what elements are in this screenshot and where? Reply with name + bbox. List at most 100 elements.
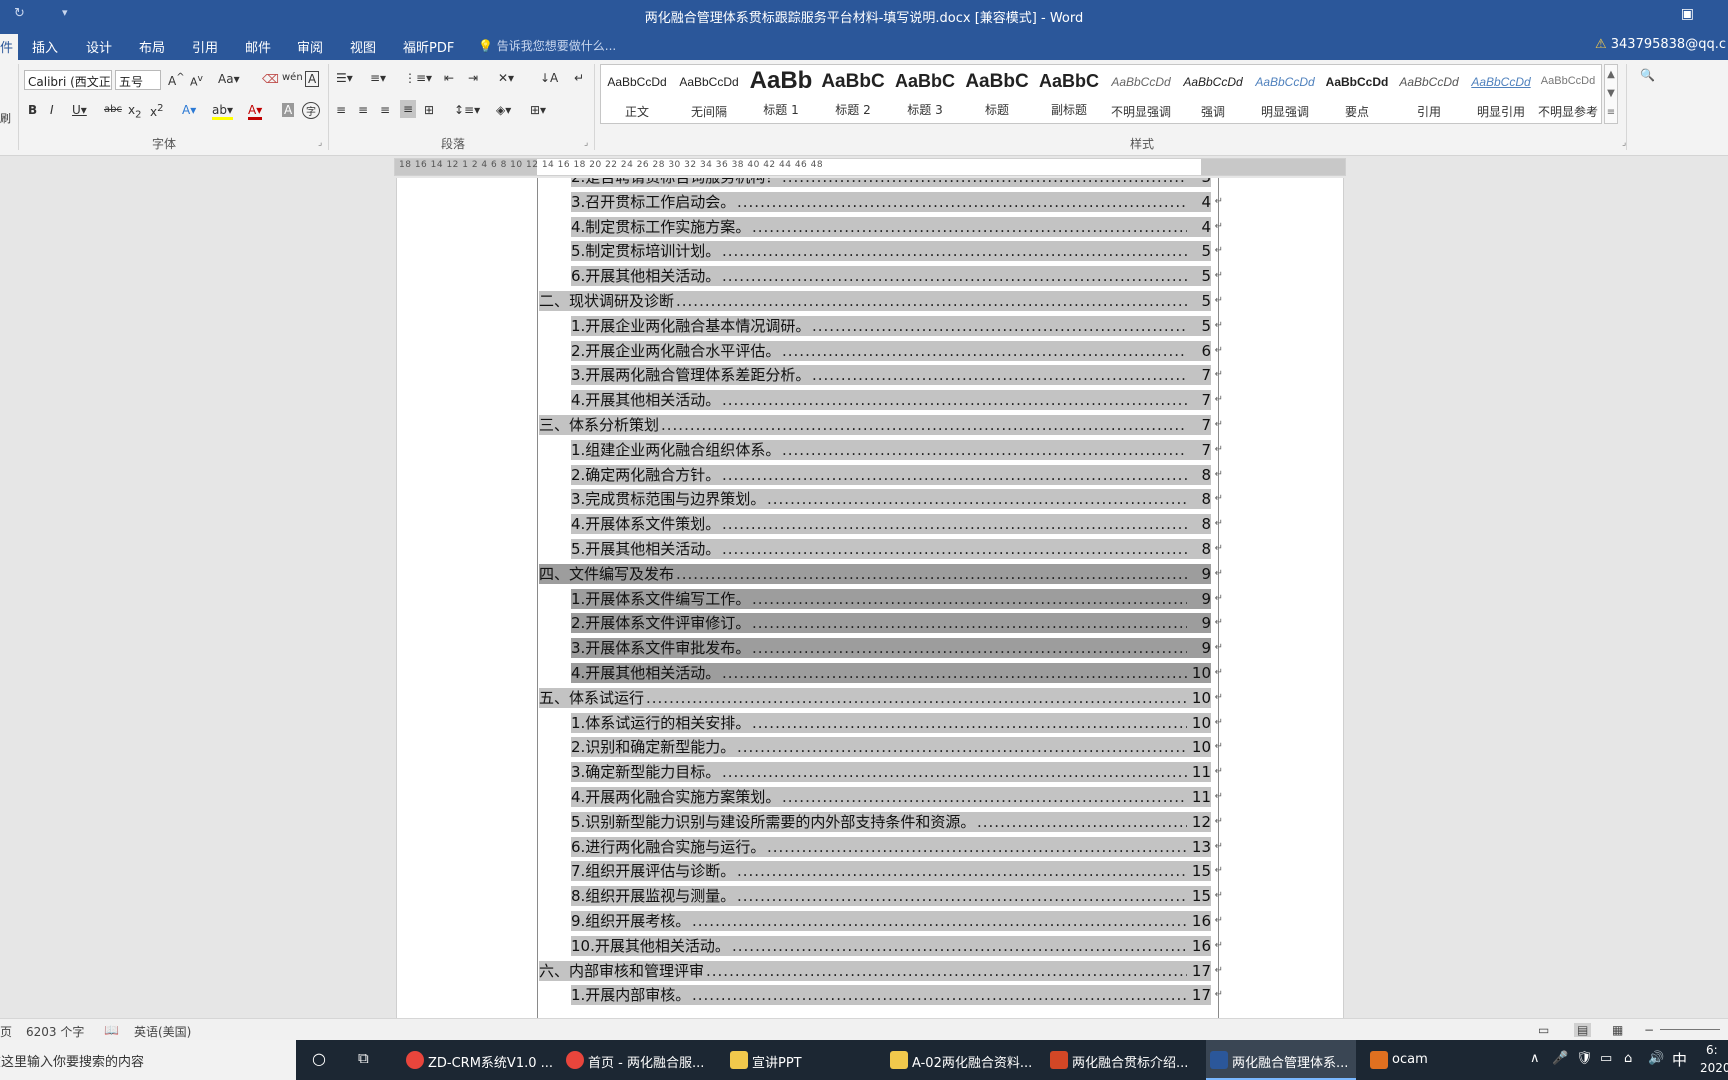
format-painter-icon[interactable]: 刷 (0, 110, 11, 126)
proofing-icon[interactable]: 📖 (104, 1023, 119, 1037)
character-border-icon[interactable]: A (305, 71, 320, 87)
toc-entry[interactable]: 1.开展内部审核。 17 ↵............................… (539, 984, 1223, 1006)
strikethrough-icon[interactable]: abc (104, 104, 122, 115)
tab-home[interactable]: 件 (0, 34, 18, 60)
font-dialog-launcher-icon[interactable]: ⌟ (318, 138, 322, 148)
chinese-layout-icon[interactable]: ✕▾ (498, 71, 514, 85)
volume-icon[interactable]: 🔊 (1648, 1051, 1664, 1066)
bold-icon[interactable]: B (28, 103, 37, 117)
superscript-icon[interactable]: x2 (150, 103, 163, 119)
tell-me-box[interactable]: 💡 告诉我您想要做什么... (478, 37, 616, 54)
style-subtitle[interactable]: AaBbC 副标题 (1033, 65, 1105, 123)
ribbon-display-options-icon[interactable]: ▣ (1681, 6, 1694, 22)
toc-entry[interactable]: 8.组织开展监视与测量。 15 ↵.........................… (539, 885, 1223, 907)
network-icon[interactable]: ⌂ (1624, 1051, 1632, 1066)
taskbar-search-box[interactable]: 在这里输入你要搜索的内容 (0, 1040, 296, 1080)
tab-foxit-pdf[interactable]: 福昕PDF (403, 37, 454, 56)
toc-entry[interactable]: 1.开展体系文件编写工作。 9 ↵.........................… (539, 588, 1223, 610)
borders-icon[interactable]: ⊞▾ (530, 103, 546, 117)
toc-entry[interactable]: 2.开展体系文件评审修订。 9 ↵.........................… (539, 612, 1223, 634)
toc-heading[interactable]: 五、体系试运行 10 ↵..............................… (539, 687, 1223, 709)
toc-entry[interactable]: 3.召开贯标工作启动会。 4 ↵..........................… (539, 191, 1223, 213)
toc-entry[interactable]: 1.体系试运行的相关安排。 10 ↵........................… (539, 712, 1223, 734)
highlight-color-icon[interactable]: ab▾ (212, 103, 233, 120)
tab-layout[interactable]: 布局 (139, 37, 165, 56)
numbering-icon[interactable]: ≡▾ (370, 71, 386, 85)
toc-entry[interactable]: 2.开展企业两化融合水平评估。 6 ↵.......................… (539, 340, 1223, 362)
align-right-icon[interactable]: ≡ (380, 103, 390, 117)
style-intense-emphasis[interactable]: AaBbCcDd 明显强调 (1249, 65, 1321, 123)
style-title[interactable]: AaBbC 标题 (961, 65, 1033, 123)
toc-entry[interactable]: 10.开展其他相关活动。 16 ↵.........................… (539, 935, 1223, 957)
justify-icon[interactable]: ≡ (400, 100, 417, 118)
toc-entry[interactable]: 1.开展企业两化融合基本情况调研。 5 ↵.....................… (539, 315, 1223, 337)
style-heading-3[interactable]: AaBbC 标题 3 (889, 65, 961, 123)
word-count[interactable]: 6203 个字 (26, 1023, 84, 1040)
taskbar-app-crm[interactable]: ZD-CRM系统V1.0 ... (402, 1040, 552, 1080)
toc-heading[interactable]: 二、现状调研及诊断 5 ↵.............................… (539, 290, 1223, 312)
toc-entry[interactable]: 3.确定新型能力目标。 11 ↵..........................… (539, 761, 1223, 783)
task-view-icon[interactable]: ⧉ (358, 1049, 369, 1067)
align-center-icon[interactable]: ≡ (358, 103, 368, 117)
toc-entry[interactable]: 6.开展其他相关活动。 5 ↵...........................… (539, 265, 1223, 287)
toc-entry[interactable]: 5.识别新型能力识别与建设所需要的内外部支持条件和资源。 12 ↵.........… (539, 811, 1223, 833)
grow-font-icon[interactable]: A^ (168, 72, 185, 88)
paragraph-dialog-launcher-icon[interactable]: ⌟ (584, 138, 588, 148)
taskbar-app-browser[interactable]: 首页 - 两化融合服... (562, 1040, 712, 1080)
styles-scroll-icon[interactable]: ▲ ▼ ≡ (1604, 64, 1618, 124)
text-effects-icon[interactable]: A▾ (182, 103, 196, 117)
shading-icon[interactable]: ◈▾ (496, 103, 511, 117)
style-no-spacing[interactable]: AaBbCcDd 无间隔 (673, 65, 745, 123)
toc-entry[interactable]: 4.开展两化融合实施方案策划。 11 ↵......................… (539, 786, 1223, 808)
toc-heading[interactable]: 六、内部审核和管理评审 17 ↵..........................… (539, 960, 1223, 982)
toc-entry[interactable]: 3.完成贯标范围与边界策划。 8 ↵........................… (539, 488, 1223, 510)
distributed-icon[interactable]: ⊞ (424, 103, 434, 117)
toc-entry[interactable]: 7.组织开展评估与诊断。 15 ↵.........................… (539, 860, 1223, 882)
account[interactable]: ⚠ 343795838@qq.c (1595, 37, 1726, 52)
style-heading-1[interactable]: AaBb 标题 1 (745, 65, 817, 123)
battery-icon[interactable]: ▭ (1600, 1051, 1612, 1066)
microphone-icon[interactable]: 🎤 (1552, 1051, 1568, 1066)
font-name-select[interactable]: Calibri (西文正 (24, 70, 112, 90)
toc-entry[interactable]: 1.组建企业两化融合组织体系。 7 ↵.......................… (539, 439, 1223, 461)
toc-entry[interactable]: 5.开展其他相关活动。 8 ↵...........................… (539, 538, 1223, 560)
toc-heading[interactable]: 三、体系分析策划 7 ↵..............................… (539, 414, 1223, 436)
toc-entry[interactable]: 3.开展两化融合管理体系差距分析。 7 ↵.....................… (539, 364, 1223, 386)
language-indicator[interactable]: 英语(美国) (134, 1023, 191, 1040)
taskbar-app-word[interactable]: 两化融合管理体系... (1206, 1040, 1356, 1080)
document-page[interactable]: 2.是否聘请贯标咨询服务机构？3↵.......................… (396, 178, 1344, 1018)
toc-entry[interactable]: 4.开展其他相关活动。 7 ↵...........................… (539, 389, 1223, 411)
ime-indicator[interactable]: 中 (1672, 1049, 1687, 1070)
increase-indent-icon[interactable]: ⇥ (468, 71, 478, 85)
taskbar-app-powerpoint[interactable]: 两化融合贯标介绍... (1046, 1040, 1196, 1080)
find-icon[interactable]: 🔍 (1640, 68, 1655, 82)
style-intense-quote[interactable]: AaBbCcDd 明显引用 (1465, 65, 1537, 123)
tab-review[interactable]: 审阅 (297, 37, 323, 56)
font-color-icon[interactable]: A▾ (248, 103, 263, 120)
clock-time[interactable]: 6: (1706, 1043, 1718, 1057)
font-size-select[interactable]: 五号 (115, 70, 161, 90)
taskbar-app-folder-ppt[interactable]: 宣讲PPT (726, 1040, 866, 1080)
toc-entry[interactable]: 9.组织开展考核。 16 ↵............................… (539, 910, 1223, 932)
change-case-icon[interactable]: Aa▾ (218, 72, 240, 86)
toc-entry[interactable]: 6.进行两化融合实施与运行。 13 ↵.......................… (539, 836, 1223, 858)
style-normal[interactable]: AaBbCcDd 正文 (601, 65, 673, 123)
zoom-out-icon[interactable]: − (1644, 1023, 1654, 1037)
print-layout-icon[interactable]: ▤ (1574, 1023, 1592, 1037)
sort-icon[interactable]: ↓A (540, 71, 558, 85)
taskbar-app-folder-a02[interactable]: A-02两化融合资料... (886, 1040, 1036, 1080)
security-icon[interactable]: 🛡 (1576, 1051, 1593, 1066)
decrease-indent-icon[interactable]: ⇤ (444, 71, 454, 85)
horizontal-ruler[interactable]: 18 16 14 12 1 2 4 6 8 10 12 14 16 18 20 … (394, 158, 1346, 176)
multilevel-list-icon[interactable]: ⋮≡▾ (404, 71, 432, 85)
style-strong[interactable]: AaBbCcDd 要点 (1321, 65, 1393, 123)
toc-entry[interactable]: 4.开展其他相关活动。 10 ↵..........................… (539, 662, 1223, 684)
web-layout-icon[interactable]: ▦ (1612, 1023, 1623, 1037)
clear-formatting-icon[interactable]: ⌫ (262, 72, 279, 86)
toc-entry[interactable]: 5.制定贯标培训计划。 5 ↵...........................… (539, 240, 1223, 262)
zoom-slider[interactable] (1660, 1029, 1720, 1030)
style-subtle-reference[interactable]: AaBbCcDd 不明显参考 (1537, 65, 1599, 123)
line-spacing-icon[interactable]: ↕≡▾ (454, 103, 480, 117)
tab-references[interactable]: 引用 (192, 37, 218, 56)
toc-entry[interactable]: 2.是否聘请贯标咨询服务机构？ 3 ↵.......................… (539, 178, 1223, 188)
